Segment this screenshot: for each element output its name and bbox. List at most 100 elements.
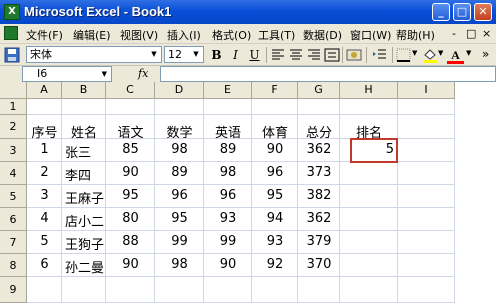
data-cell[interactable]: 96: [204, 185, 252, 208]
cell[interactable]: [398, 231, 455, 254]
data-cell[interactable]: 99: [155, 231, 204, 254]
doc-restore-button[interactable]: □: [466, 27, 476, 40]
minimize-button[interactable]: _: [432, 3, 450, 21]
data-cell[interactable]: 4: [27, 208, 62, 231]
row-header-5[interactable]: 5: [0, 185, 27, 208]
font-size-select[interactable]: 12 ▼: [164, 46, 204, 63]
row-header-7[interactable]: 7: [0, 231, 27, 254]
cell[interactable]: [27, 277, 62, 303]
merge-center-icon[interactable]: [324, 47, 340, 63]
cell[interactable]: [106, 99, 155, 115]
menu-format[interactable]: 格式(O): [212, 27, 251, 43]
data-cell[interactable]: 379: [298, 231, 340, 254]
cell[interactable]: [298, 277, 340, 303]
currency-style-icon[interactable]: [346, 47, 362, 63]
restore-button[interactable]: □: [453, 3, 471, 21]
column-header-f[interactable]: F: [252, 82, 298, 99]
data-cell[interactable]: 孙二曼: [62, 254, 106, 277]
close-button[interactable]: ✕: [474, 3, 492, 21]
menu-data[interactable]: 数据(D): [303, 27, 342, 43]
fill-color-icon[interactable]: [422, 47, 438, 63]
data-cell[interactable]: 89: [155, 162, 204, 185]
column-header-d[interactable]: D: [155, 82, 204, 99]
cell[interactable]: [340, 208, 398, 231]
row-header-3[interactable]: 3: [0, 139, 27, 162]
row-header-4[interactable]: 4: [0, 162, 27, 185]
document-icon[interactable]: [4, 26, 18, 40]
cell[interactable]: [252, 277, 298, 303]
data-cell[interactable]: 95: [155, 208, 204, 231]
data-cell[interactable]: 95: [252, 185, 298, 208]
row-header-1[interactable]: 1: [0, 99, 27, 115]
chevron-down-icon[interactable]: ▼: [438, 49, 443, 57]
menu-insert[interactable]: 插入(I): [167, 27, 201, 43]
cell[interactable]: [340, 162, 398, 185]
cell[interactable]: [398, 208, 455, 231]
spreadsheet-grid[interactable]: A B C D E F G H I 1 2 3 4 5 6 7 8 9 序号 姓名 语文 数学 英语 体育 总分 排名 1 张三 85 9…: [0, 82, 496, 303]
row-header-8[interactable]: 8: [0, 254, 27, 277]
column-header-h[interactable]: H: [340, 82, 398, 99]
doc-minimize-button[interactable]: -: [452, 27, 456, 40]
chevron-down-icon[interactable]: ▼: [102, 67, 107, 81]
data-cell[interactable]: 1: [27, 139, 62, 162]
cell[interactable]: [398, 139, 455, 162]
data-cell[interactable]: 96: [155, 185, 204, 208]
data-cell[interactable]: 张三: [62, 139, 106, 162]
align-right-icon[interactable]: [306, 47, 322, 63]
font-name-select[interactable]: 宋体 ▼: [26, 46, 162, 63]
chevron-down-icon[interactable]: ▼: [148, 48, 160, 61]
data-cell[interactable]: 店小二: [62, 208, 106, 231]
chevron-down-icon[interactable]: ▼: [466, 49, 471, 57]
data-cell[interactable]: 88: [106, 231, 155, 254]
formula-input[interactable]: [160, 66, 496, 82]
data-cell[interactable]: 90: [204, 254, 252, 277]
data-cell[interactable]: 85: [106, 139, 155, 162]
data-cell[interactable]: 2: [27, 162, 62, 185]
column-header-e[interactable]: E: [204, 82, 252, 99]
data-cell[interactable]: 370: [298, 254, 340, 277]
data-cell[interactable]: 90: [106, 162, 155, 185]
menu-view[interactable]: 视图(V): [120, 27, 158, 43]
data-cell[interactable]: 王麻子: [62, 185, 106, 208]
data-cell[interactable]: 6: [27, 254, 62, 277]
data-cell[interactable]: 382: [298, 185, 340, 208]
row-header-9[interactable]: 9: [0, 277, 27, 303]
increase-indent-icon[interactable]: [372, 47, 388, 63]
menu-help[interactable]: 帮助(H): [396, 27, 435, 43]
data-cell[interactable]: 92: [252, 254, 298, 277]
data-cell[interactable]: 362: [298, 208, 340, 231]
align-center-icon[interactable]: [288, 47, 304, 63]
cell[interactable]: [106, 277, 155, 303]
cell[interactable]: [27, 99, 62, 115]
data-cell[interactable]: 89: [204, 139, 252, 162]
data-cell[interactable]: 99: [204, 231, 252, 254]
data-cell[interactable]: 98: [204, 162, 252, 185]
cell[interactable]: [252, 99, 298, 115]
bold-button[interactable]: B: [208, 47, 225, 63]
font-color-button[interactable]: A: [447, 47, 464, 64]
select-all-corner[interactable]: [0, 82, 27, 99]
cell[interactable]: [398, 115, 455, 139]
chevron-down-icon[interactable]: ▼: [190, 48, 202, 61]
data-cell[interactable]: 93: [252, 231, 298, 254]
fx-icon[interactable]: fx: [138, 67, 148, 80]
data-cell[interactable]: 80: [106, 208, 155, 231]
cell[interactable]: [398, 162, 455, 185]
column-header-g[interactable]: G: [298, 82, 340, 99]
data-cell[interactable]: 95: [106, 185, 155, 208]
data-cell[interactable]: 90: [252, 139, 298, 162]
data-cell[interactable]: 373: [298, 162, 340, 185]
data-cell[interactable]: 98: [155, 254, 204, 277]
data-cell[interactable]: 98: [155, 139, 204, 162]
cell[interactable]: [298, 99, 340, 115]
column-header-c[interactable]: C: [106, 82, 155, 99]
cell[interactable]: [204, 99, 252, 115]
cell[interactable]: [398, 99, 455, 115]
menu-tools[interactable]: 工具(T): [258, 27, 295, 43]
data-cell[interactable]: 96: [252, 162, 298, 185]
row-header-6[interactable]: 6: [0, 208, 27, 231]
borders-icon[interactable]: [396, 47, 412, 63]
cell[interactable]: [155, 99, 204, 115]
menu-file[interactable]: 文件(F): [26, 27, 63, 43]
data-cell[interactable]: 94: [252, 208, 298, 231]
